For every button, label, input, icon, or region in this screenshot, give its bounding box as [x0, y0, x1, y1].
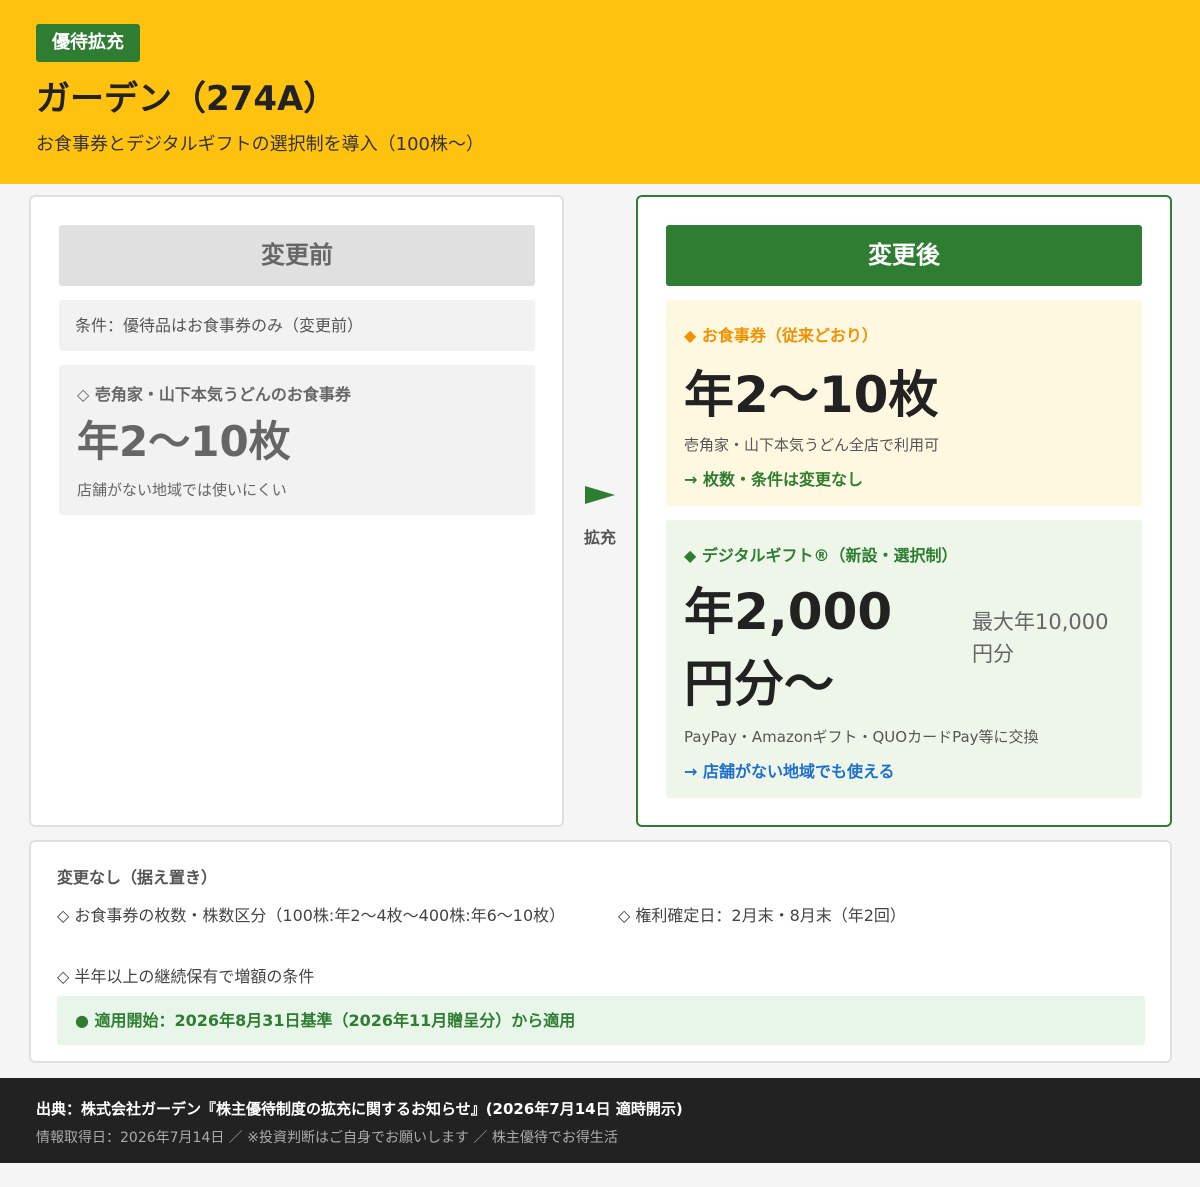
- after-meal-title: ◆ お食事券（従来どおり）: [684, 326, 878, 345]
- before-header: 変更前: [59, 225, 535, 286]
- unchanged-item: ◇ 権利確定日：2月末・8月末（年2回）: [618, 906, 906, 925]
- page-title: ガーデン（274A）: [36, 79, 338, 119]
- unchanged-item: ◇ 半年以上の継続保有で増額の条件: [57, 967, 315, 986]
- page-header: 優待拡充 ガーデン（274A） お食事券とデジタルギフトの選択制を導入（100株…: [0, 0, 1200, 184]
- footer-source: 出典：株式会社ガーデン『株主優待制度の拡充に関するお知らせ』(2026年7月14…: [36, 1100, 683, 1118]
- after-meal-amount: 年2〜10枚: [684, 366, 939, 424]
- after-gift-note: PayPay・Amazonギフト・QUOカードPay等に交換: [684, 728, 1039, 746]
- after-panel: 変更後 ◆ お食事券（従来どおり） 年2〜10枚 壱角家・山下本気うどん全店で利…: [636, 195, 1172, 827]
- apply-start-banner: ● 適用開始：2026年8月31日基準（2026年11月贈呈分）から適用: [57, 996, 1145, 1045]
- page-subtitle: お食事券とデジタルギフトの選択制を導入（100株〜）: [36, 134, 484, 155]
- unchanged-item: ◇ お食事券の枚数・株数区分（100株:年2〜4枚〜400株:年6〜10枚）: [57, 906, 566, 925]
- after-gift-amount: 年2,000円分〜: [684, 583, 893, 713]
- before-meal-note: 店舗がない地域では使いにくい: [77, 481, 287, 499]
- expand-arrow: 拡充: [580, 484, 620, 548]
- arrow-right-icon: [585, 486, 615, 504]
- status-badge: 優待拡充: [36, 24, 140, 62]
- after-gift-link: → 店舗がない地域でも使える: [684, 762, 895, 781]
- before-condition: 条件：優待品はお食事券のみ（変更前）: [59, 300, 535, 351]
- unchanged-section: 変更なし（据え置き） ◇ お食事券の枚数・株数区分（100株:年2〜4枚〜400…: [29, 840, 1172, 1063]
- before-meal-amount: 年2〜10枚: [77, 417, 291, 466]
- expand-arrow-label: 拡充: [583, 528, 616, 547]
- before-meal-title: ◇ 壱角家・山下本気うどんのお食事券: [77, 385, 351, 404]
- after-gift-max: 最大年10,000円分: [972, 610, 1109, 666]
- after-header: 変更後: [666, 225, 1142, 286]
- before-meal-box: ◇ 壱角家・山下本気うどんのお食事券 年2〜10枚 店舗がない地域では使いにくい: [59, 365, 535, 515]
- footer-info: 情報取得日：2026年7月14日 ／ ※投資判断はご自身でお願いします ／ 株主…: [36, 1130, 618, 1146]
- after-gift-title: ◆ デジタルギフト®（新設・選択制）: [684, 546, 958, 565]
- after-gift-box: ◆ デジタルギフト®（新設・選択制） 年2,000円分〜 最大年10,000円分…: [666, 520, 1142, 798]
- after-meal-note: 壱角家・山下本気うどん全店で利用可: [684, 436, 940, 454]
- unchanged-title: 変更なし（据え置き）: [57, 868, 218, 887]
- after-meal-link: → 枚数・条件は変更なし: [684, 470, 863, 489]
- after-meal-box: ◆ お食事券（従来どおり） 年2〜10枚 壱角家・山下本気うどん全店で利用可 →…: [666, 300, 1142, 506]
- page-footer: 出典：株式会社ガーデン『株主優待制度の拡充に関するお知らせ』(2026年7月14…: [0, 1078, 1200, 1163]
- before-panel: 変更前 条件：優待品はお食事券のみ（変更前） ◇ 壱角家・山下本気うどんのお食事…: [29, 195, 564, 827]
